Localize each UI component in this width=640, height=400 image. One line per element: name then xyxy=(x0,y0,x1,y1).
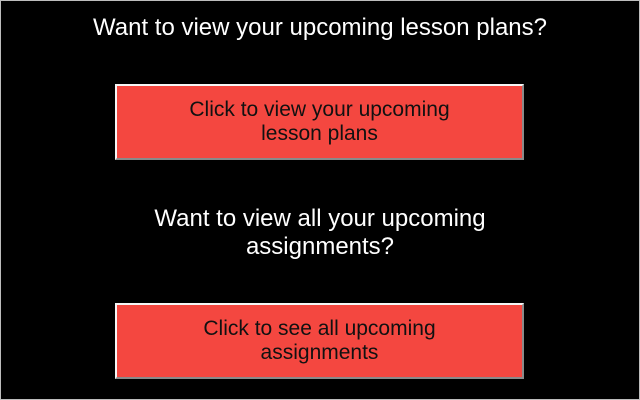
view-lesson-plans-button[interactable]: Click to view your upcoming lesson plans xyxy=(115,84,524,160)
lesson-plans-question-line: Want to view your upcoming lesson plans? xyxy=(92,14,547,41)
assignments-question-line-1: Want to view all your upcoming xyxy=(154,205,486,232)
see-assignments-button[interactable]: Click to see all upcoming assignments xyxy=(115,303,524,379)
assignments-question: Want to view all your upcoming assignmen… xyxy=(1,205,639,261)
assignments-question-line-2: assignments? xyxy=(245,233,395,260)
lesson-plans-question: Want to view your upcoming lesson plans? xyxy=(1,14,639,42)
see-assignments-button-line-1: Click to see all upcoming xyxy=(203,317,436,340)
see-assignments-button-line-2: assignments xyxy=(260,341,379,364)
app-window: Want to view your upcoming lesson plans?… xyxy=(0,0,640,400)
view-lesson-plans-button-line-1: Click to view your upcoming xyxy=(189,98,450,121)
view-lesson-plans-button-line-2: lesson plans xyxy=(261,122,378,145)
